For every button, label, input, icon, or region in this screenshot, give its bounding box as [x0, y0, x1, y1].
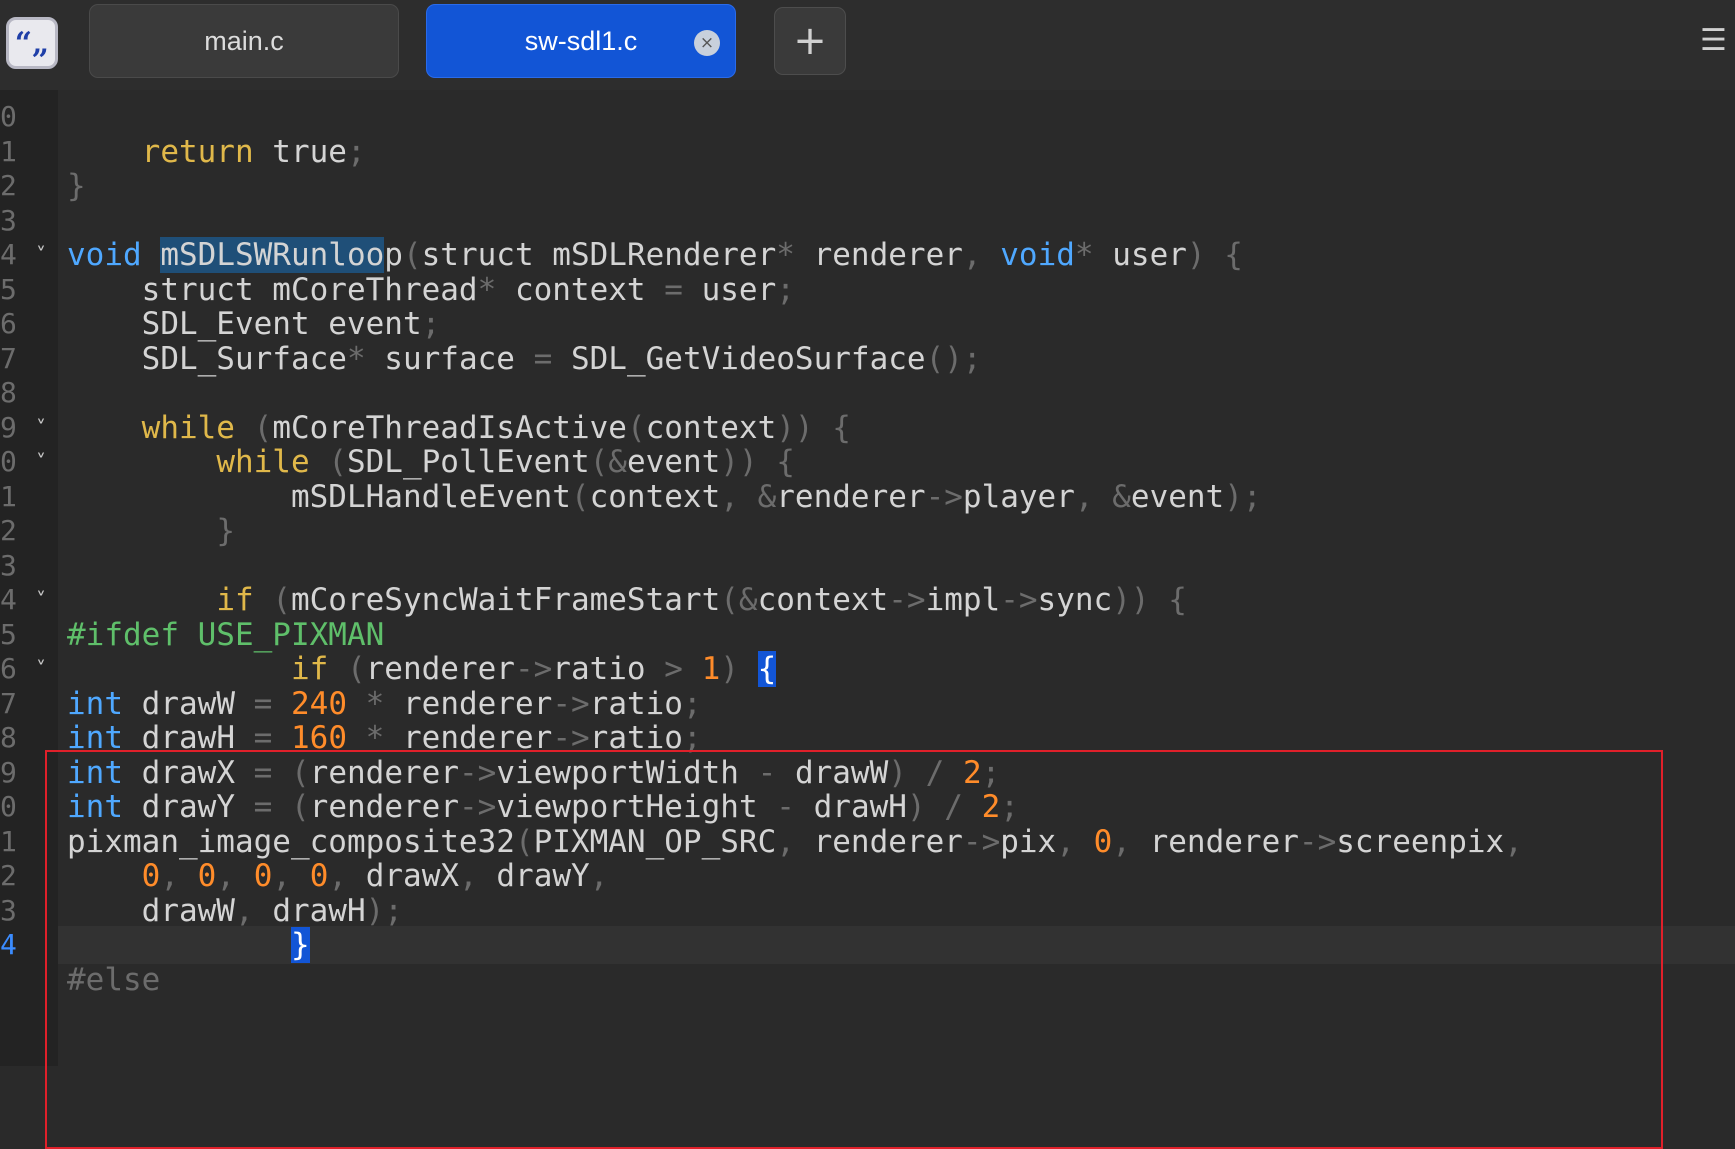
code-line: 6 SDL_Event event; — [0, 305, 1735, 343]
code-text: while (mCoreThreadIsActive(context)) { — [141, 409, 851, 446]
code-line: 6 ˅ if (renderer->ratio > 1) { — [0, 650, 1735, 688]
code-line: 5 #ifdef USE_PIXMAN — [0, 616, 1735, 654]
code-text: } — [216, 513, 235, 549]
line-number: 7 — [0, 341, 17, 375]
line-number: 3 — [0, 548, 17, 582]
code-line: 2} — [0, 167, 1735, 205]
code-line: 9 ˅ while (mCoreThreadIsActive(context)) … — [0, 409, 1735, 447]
line-number: 0 — [0, 445, 17, 478]
line-number: 9 — [0, 410, 17, 444]
line-number: 8 — [0, 721, 17, 754]
code-line: 2 } — [0, 512, 1735, 550]
line-number: 6 — [0, 307, 17, 340]
code-line: 1 pixman_image_composite32(PIXMAN_OP_SRC,… — [0, 823, 1735, 861]
code-line: 3 — [0, 547, 1735, 585]
code-line: 0 ˅ while (SDL_PollEvent(&event)) { — [0, 443, 1735, 481]
code-text: mSDLHandleEvent(context, &renderer->play… — [67, 478, 1262, 515]
line-number: 2 — [0, 859, 17, 892]
fold-chevron-icon[interactable]: ˅ — [36, 443, 52, 481]
line-number: 3 — [0, 203, 17, 237]
code-text: pixman_image_composite32(PIXMAN_OP_SRC, … — [67, 823, 1523, 860]
code-text: 0, 0, 0, 0, drawX, drawY, — [141, 858, 609, 894]
line-number: 4 — [0, 928, 17, 961]
line-number: 2 — [0, 169, 17, 202]
code-text: if (renderer->ratio > 1) { — [290, 651, 777, 687]
code-line: 7 SDL_Surface* surface = SDL_GetVideoSur… — [0, 340, 1735, 378]
code-text: void mSDLSWRunloop(struct mSDLRenderer* … — [67, 237, 1243, 273]
new-tab-button[interactable]: + — [774, 7, 846, 75]
code-text: } — [67, 168, 86, 204]
code-line: 9 int drawX = (renderer->viewportWidth - … — [0, 754, 1735, 792]
close-icon[interactable]: × — [694, 30, 720, 56]
line-number: 0 — [0, 100, 17, 133]
line-number: 0 — [0, 790, 17, 823]
line-number: 4 — [0, 583, 17, 616]
code-line: 7 int drawW = 240 * renderer->ratio; — [0, 685, 1735, 723]
fold-chevron-icon[interactable]: ˅ — [36, 650, 52, 688]
code-line: 5 struct mCoreThread* context = user; — [0, 271, 1735, 309]
code-line: 1 return true; — [0, 133, 1735, 171]
code-line: #else — [0, 961, 1735, 999]
code-line: 3 — [0, 202, 1735, 240]
tab-sw-sdl1-c[interactable]: sw-sdl1.c × — [426, 4, 736, 78]
line-number: 6 — [0, 652, 17, 685]
code-text: } — [290, 927, 310, 963]
line-number: 5 — [0, 617, 17, 651]
line-number: 8 — [0, 376, 17, 409]
code-line: 0 — [0, 98, 1735, 136]
tab-bar: “„ main.c sw-sdl1.c × + ☰ — [0, 0, 1735, 90]
code-text: while (SDL_PollEvent(&event)) { — [216, 444, 795, 480]
code-text: struct mCoreThread* context = user; — [67, 271, 795, 308]
line-number: 5 — [0, 272, 17, 306]
code-line: 4 ˅ void mSDLSWRunloop(struct mSDLRenderer… — [0, 236, 1735, 274]
line-number: 4 — [0, 238, 17, 271]
code-line: 0 int drawY = (renderer->viewportHeight -… — [0, 788, 1735, 826]
code-text: SDL_Surface* surface = SDL_GetVideoSurfa… — [67, 340, 982, 377]
code-text: if (mCoreSyncWaitFrameStart(&context->im… — [216, 582, 1187, 618]
line-number: 1 — [0, 824, 17, 858]
line-number: 1 — [0, 134, 17, 168]
code-text: int drawH = 160 * renderer->ratio; — [67, 720, 702, 756]
app-logo-icon[interactable]: “„ — [6, 17, 58, 69]
code-text: drawW, drawH); — [67, 892, 403, 929]
tab-main-c[interactable]: main.c — [89, 4, 399, 78]
code-text: return true; — [141, 133, 366, 170]
code-text: #ifdef USE_PIXMAN — [67, 616, 385, 653]
code-line: 2 0, 0, 0, 0, drawX, drawY, — [0, 857, 1735, 895]
code-line: 4 ˅ if (mCoreSyncWaitFrameStart(&context-… — [0, 581, 1735, 619]
tab-label: sw-sdl1.c — [524, 25, 638, 56]
line-number: 3 — [0, 893, 17, 927]
fold-chevron-icon[interactable]: ˅ — [36, 409, 52, 447]
line-number: 1 — [0, 479, 17, 513]
code-line: 8 int drawH = 160 * renderer->ratio; — [0, 719, 1735, 757]
code-editor[interactable]: 01 return true; 2} 3 4 ˅ void mSDLSWRunloop(s… — [0, 90, 1735, 1149]
code-text: #else — [67, 961, 161, 998]
fold-chevron-icon[interactable]: ˅ — [36, 581, 52, 619]
hamburger-menu-icon[interactable]: ☰ — [1700, 26, 1730, 56]
line-number: 7 — [0, 686, 17, 720]
code-text: int drawX = (renderer->viewportWidth - d… — [67, 754, 1001, 791]
fold-chevron-icon[interactable]: ˅ — [36, 236, 52, 274]
code-text: SDL_Event event; — [67, 306, 441, 342]
line-number: 9 — [0, 755, 17, 789]
code-text: int drawW = 240 * renderer->ratio; — [67, 685, 702, 722]
code-text: int drawY = (renderer->viewportHeight - … — [67, 789, 1019, 825]
line-number: 2 — [0, 514, 17, 547]
code-line: 3 drawW, drawH); — [0, 892, 1735, 930]
code-line: 4 } — [0, 926, 1735, 964]
tab-label: main.c — [204, 25, 284, 56]
code-line: 1 mSDLHandleEvent(context, &renderer->pl… — [0, 478, 1735, 516]
code-line: 8 — [0, 374, 1735, 412]
